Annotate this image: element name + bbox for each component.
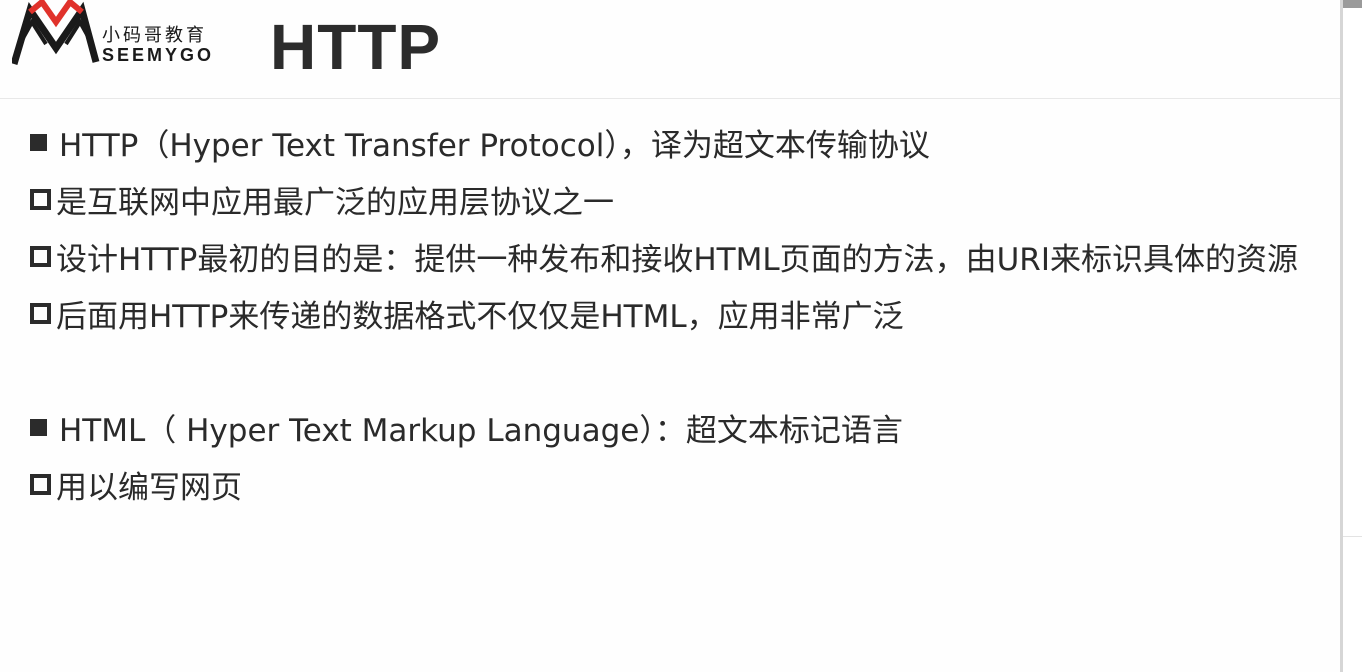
hollow-square-bullet-icon xyxy=(30,189,51,210)
edge-marker xyxy=(1343,0,1362,8)
hollow-square-bullet-icon xyxy=(30,246,51,267)
list-item-text: HTML（ Hyper Text Markup Language）：超文本标记语… xyxy=(59,413,903,449)
logo-m-mark-icon xyxy=(12,0,100,65)
bullet-list: HTTP（Hyper Text Transfer Protocol），译为超文本… xyxy=(30,114,1340,513)
list-item-text: 是互联网中应用最广泛的应用层协议之一 xyxy=(56,185,614,221)
list-item-text: HTTP（Hyper Text Transfer Protocol），译为超文本… xyxy=(59,128,930,164)
list-item: 用以编写网页 xyxy=(30,456,1340,513)
logo-english-text: SEEMYGO xyxy=(102,45,215,65)
list-item: HTML（ Hyper Text Markup Language）：超文本标记语… xyxy=(30,399,1340,456)
list-item: 后面用HTTP来传递的数据格式不仅仅是HTML，应用非常广泛 xyxy=(30,285,1340,342)
list-item-text: 设计HTTP最初的目的是：提供一种发布和接收HTML页面的方法，由URI来标识具… xyxy=(56,242,1298,278)
filled-square-bullet-icon xyxy=(30,419,47,436)
window-right-edge xyxy=(1340,0,1362,672)
list-item: 设计HTTP最初的目的是：提供一种发布和接收HTML页面的方法，由URI来标识具… xyxy=(30,228,1340,285)
slide: 小码哥教育 SEEMYGO HTTP HTTP（Hyper Text Trans… xyxy=(0,0,1340,672)
edge-divider xyxy=(1343,536,1362,537)
slide-header: 小码哥教育 SEEMYGO HTTP xyxy=(0,0,1340,99)
list-item: HTTP（Hyper Text Transfer Protocol），译为超文本… xyxy=(30,114,1340,171)
hollow-square-bullet-icon xyxy=(30,474,51,495)
seemygo-logo: 小码哥教育 SEEMYGO xyxy=(12,0,234,72)
logo-chinese-text: 小码哥教育 xyxy=(102,25,207,46)
slide-title: HTTP xyxy=(270,11,442,83)
list-item: 是互联网中应用最广泛的应用层协议之一 xyxy=(30,171,1340,228)
hollow-square-bullet-icon xyxy=(30,303,51,324)
list-item-text: 后面用HTTP来传递的数据格式不仅仅是HTML，应用非常广泛 xyxy=(56,299,904,335)
filled-square-bullet-icon xyxy=(30,134,47,151)
list-item-text: 用以编写网页 xyxy=(56,470,242,506)
